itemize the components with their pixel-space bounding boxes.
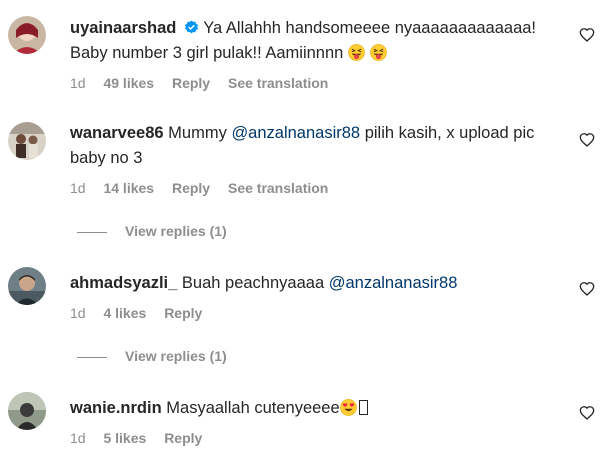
- comment-body: wanie.nrdin Masyaallah cutenyeeee: [70, 396, 567, 421]
- squinting-tongue-emoji: [369, 44, 387, 61]
- reply-button[interactable]: Reply: [164, 305, 202, 321]
- heart-eyes-emoji: [339, 399, 357, 416]
- comment-time: 1d: [70, 305, 86, 321]
- view-replies-label[interactable]: View replies (1): [125, 348, 227, 364]
- comment-time: 1d: [70, 75, 86, 91]
- see-translation-button[interactable]: See translation: [228, 75, 328, 91]
- comment-text-after: pilih kasih, x upload pic: [364, 124, 535, 142]
- comment-text-line2: Baby number 3 girl pulak!! Aamiinnnn: [70, 44, 344, 62]
- likes-count[interactable]: 5 likes: [103, 430, 146, 446]
- comment-username[interactable]: uyainaarshad: [70, 19, 176, 37]
- comment-text-line2: baby no 3: [70, 149, 143, 167]
- likes-count[interactable]: 4 likes: [103, 305, 146, 321]
- avatar[interactable]: [8, 267, 46, 305]
- comment-time: 1d: [70, 430, 86, 446]
- comment-text: Mummy: [168, 124, 227, 142]
- heart-outline-icon[interactable]: [579, 27, 595, 43]
- comment-text: Ya Allahhh handsomeeee nyaaaaaaaaaaaaa!: [203, 19, 537, 37]
- divider: [77, 356, 107, 358]
- reply-button[interactable]: Reply: [172, 180, 210, 196]
- view-replies-label[interactable]: View replies (1): [125, 223, 227, 239]
- comment-body: uyainaarshad Ya Allahhh handsomeeee nyaa…: [70, 16, 567, 66]
- comment-meta: 1d 4 likes Reply: [70, 305, 216, 321]
- heart-outline-icon[interactable]: [579, 281, 595, 297]
- missing-glyph-icon: [358, 400, 368, 415]
- heart-outline-icon[interactable]: [579, 132, 595, 148]
- squinting-tongue-emoji: [348, 44, 365, 61]
- likes-count[interactable]: 49 likes: [103, 75, 154, 91]
- avatar[interactable]: [8, 122, 46, 160]
- comment-text: Masyaallah cutenyeeee: [166, 399, 340, 417]
- comment-time: 1d: [70, 180, 86, 196]
- view-replies-button[interactable]: View replies (1): [77, 348, 227, 364]
- see-translation-button[interactable]: See translation: [228, 180, 328, 196]
- comment-meta: 1d 49 likes Reply See translation: [70, 75, 342, 91]
- comment-username[interactable]: wanie.nrdin: [70, 399, 162, 417]
- comment-username[interactable]: wanarvee86: [70, 124, 164, 142]
- mention-link[interactable]: @anzalnanasir88: [231, 124, 360, 142]
- reply-button[interactable]: Reply: [164, 430, 202, 446]
- comment-body: ahmadsyazli_ Buah peachnyaaaa @anzalnana…: [70, 271, 567, 296]
- comment-body: wanarvee86 Mummy @anzalnanasir88 pilih k…: [70, 121, 567, 171]
- heart-outline-icon[interactable]: [579, 405, 595, 421]
- comment-username[interactable]: ahmadsyazli_: [70, 274, 177, 292]
- likes-count[interactable]: 14 likes: [103, 180, 154, 196]
- avatar[interactable]: [8, 392, 46, 430]
- comment-meta: 1d 5 likes Reply: [70, 430, 216, 446]
- divider: [77, 231, 107, 233]
- reply-button[interactable]: Reply: [172, 75, 210, 91]
- verified-badge-icon: [184, 20, 199, 34]
- comment-text: Buah peachnyaaaa: [181, 274, 325, 292]
- view-replies-button[interactable]: View replies (1): [77, 223, 227, 239]
- avatar[interactable]: [8, 16, 46, 54]
- comment-meta: 1d 14 likes Reply See translation: [70, 180, 342, 196]
- mention-link[interactable]: @anzalnanasir88: [329, 274, 458, 292]
